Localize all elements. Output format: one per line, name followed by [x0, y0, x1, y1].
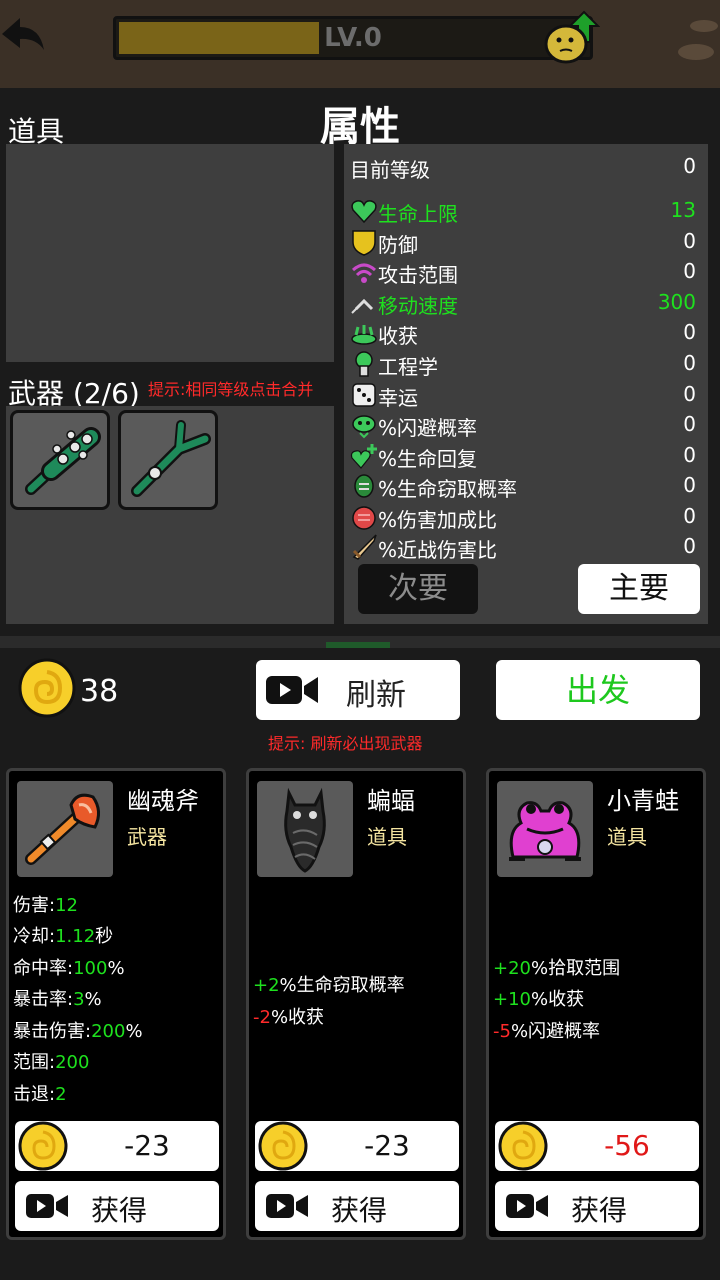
stat-line: 范围:200 — [13, 1052, 90, 1073]
engineering-icon — [355, 351, 373, 377]
stat-row-defense: 防御 0 — [350, 227, 700, 257]
obtain-button[interactable]: 获得 — [15, 1181, 219, 1231]
video-camera-icon — [26, 1194, 68, 1218]
price-value: -56 — [604, 1129, 650, 1162]
attribute-panel: 属性 道具 武器 (2/6) 提示:相同等级点击合并 目前等级 0 生命上限 1… — [0, 88, 720, 636]
damage-icon — [352, 506, 376, 530]
refresh-label: 刷新 — [346, 678, 406, 713]
stat-row-dodge: %闪避概率 0 — [350, 410, 700, 440]
obtain-label: 获得 — [331, 1194, 388, 1227]
stat-row-damage: %伤害加成比 0 — [350, 502, 700, 532]
merge-hint: 提示:相同等级点击合并 — [148, 380, 314, 399]
price-tag[interactable]: -23 — [15, 1121, 219, 1171]
level-text: LV.0 — [324, 23, 382, 53]
dodge-icon — [352, 415, 376, 439]
shield-icon — [352, 230, 376, 256]
shop-panel: 38 刷新 出发 提示: 刷新必出现武器 幽魂斧 武器 伤害:12 冷却:1.1… — [0, 648, 720, 1280]
shop-card-ghost-axe: 幽魂斧 武器 伤害:12 冷却:1.12秒 命中率:100% 暴击率:3% 暴击… — [6, 768, 226, 1240]
speed-icon — [351, 298, 374, 314]
coin-icon — [258, 1121, 308, 1171]
video-camera-icon — [266, 676, 318, 704]
price-value: -23 — [364, 1129, 410, 1162]
stats-list: 目前等级 0 生命上限 13 防御 0 攻击范围 0 移动速度 300 收获 0 — [344, 144, 708, 624]
stat-line: 伤害:12 — [13, 895, 78, 916]
back-arrow-icon[interactable] — [0, 14, 46, 54]
frog-icon — [509, 801, 581, 861]
stat-line: 冷却:1.12秒 — [13, 926, 114, 947]
stat-row-range: 攻击范围 0 — [350, 257, 700, 287]
effect-line: +10%收获 — [493, 989, 585, 1010]
sword-icon — [352, 534, 377, 560]
stat-row-max-hp: 生命上限 13 — [350, 196, 700, 226]
depart-button[interactable]: 出发 — [496, 660, 700, 720]
stat-row-harvest: 收获 0 — [350, 318, 700, 348]
stat-row-engineering: 工程学 0 — [350, 349, 700, 379]
obtain-label: 获得 — [91, 1194, 148, 1227]
stat-row-luck: 幸运 0 — [350, 380, 700, 410]
coin-icon — [18, 1121, 68, 1171]
stat-row-lifesteal: %生命窃取概率 0 — [350, 471, 700, 501]
secondary-stats-button[interactable]: 次要 — [358, 564, 478, 614]
dice-icon — [352, 383, 376, 407]
items-grid — [6, 144, 334, 362]
stat-row-melee: %近战伤害比 0 — [350, 532, 700, 562]
obtain-label: 获得 — [571, 1194, 628, 1227]
item-image — [17, 781, 113, 877]
item-name: 小青蛙 — [607, 787, 679, 815]
spiked-club-icon — [25, 427, 101, 495]
stat-line: 暴击率:3% — [13, 989, 102, 1010]
stat-line: 暴击伤害:200% — [13, 1021, 143, 1042]
coin-count: 38 — [80, 674, 119, 709]
effect-line: -5%闪避概率 — [493, 1021, 601, 1042]
coin-icon — [18, 658, 76, 718]
stat-row-level: 目前等级 0 — [350, 154, 696, 182]
item-type: 武器 — [127, 825, 167, 849]
branch-icon — [131, 420, 211, 497]
item-type: 道具 — [367, 825, 407, 849]
lifesteal-icon — [354, 474, 374, 498]
bat-icon — [284, 787, 326, 873]
harvest-icon — [351, 325, 377, 345]
primary-stats-button[interactable]: 主要 — [578, 564, 700, 614]
level-progress-bar: LV.0 — [113, 16, 593, 60]
stat-row-move-speed: 移动速度 300 — [350, 288, 700, 318]
range-icon — [351, 263, 377, 283]
effect-line: +2%生命窃取概率 — [253, 975, 405, 996]
coin-icon — [498, 1121, 548, 1171]
regen-icon — [350, 444, 377, 469]
obtain-button[interactable]: 获得 — [255, 1181, 459, 1231]
decoration-icon — [678, 20, 718, 60]
stat-row-regen: %生命回复 0 — [350, 441, 700, 471]
shop-card-bat: 蝙蝠 道具 +2%生命窃取概率 -2%收获 -23 获得 — [246, 768, 466, 1240]
heart-icon — [351, 200, 377, 224]
stat-line: 击退:2 — [13, 1084, 67, 1105]
weapon-slot-branch[interactable] — [118, 410, 218, 510]
item-name: 蝙蝠 — [367, 787, 415, 815]
video-camera-icon — [266, 1194, 308, 1218]
item-type: 道具 — [607, 825, 647, 849]
price-tag[interactable]: -23 — [255, 1121, 459, 1171]
axe-icon — [25, 793, 100, 865]
refresh-hint: 提示: 刷新必出现武器 — [268, 734, 423, 753]
item-name: 幽魂斧 — [127, 787, 199, 815]
stat-line: 命中率:100% — [13, 958, 125, 979]
obtain-button[interactable]: 获得 — [495, 1181, 699, 1231]
item-image — [257, 781, 353, 877]
video-camera-icon — [506, 1194, 548, 1218]
effect-line: -2%收获 — [253, 1007, 325, 1028]
price-tag[interactable]: -56 — [495, 1121, 699, 1171]
price-value: -23 — [124, 1129, 170, 1162]
potato-levelup-icon — [544, 10, 600, 64]
effect-line: +20%拾取范围 — [493, 958, 621, 979]
item-image — [497, 781, 593, 877]
shop-card-little-frog: 小青蛙 道具 +20%拾取范围 +10%收获 -5%闪避概率 -56 获得 — [486, 768, 706, 1240]
refresh-button[interactable]: 刷新 — [256, 660, 460, 720]
weapons-grid — [6, 406, 334, 624]
weapon-slot-spiked-club[interactable] — [10, 410, 110, 510]
